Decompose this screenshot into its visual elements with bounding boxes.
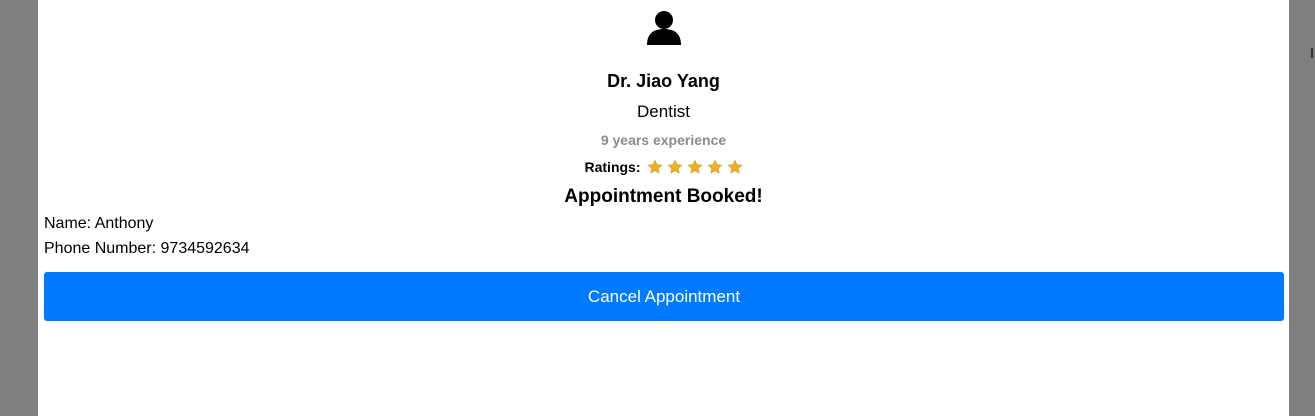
- patient-phone-line: Phone Number: 9734592634: [44, 238, 250, 260]
- star-icon: [647, 159, 662, 174]
- ratings-row: Ratings:: [38, 157, 1289, 177]
- ratings-label: Ratings:: [584, 159, 641, 175]
- doctor-name: Dr. Jiao Yang: [607, 71, 720, 91]
- star-icon: [707, 159, 722, 174]
- doctor-experience: 9 years experience: [600, 132, 727, 148]
- user-avatar-icon: [647, 11, 681, 45]
- star-icon: [667, 159, 682, 174]
- booking-status: Appointment Booked!: [564, 186, 763, 207]
- star-icon: [727, 159, 742, 174]
- doctor-specialty: Dentist: [637, 102, 690, 121]
- background-edge-fragment: [1311, 48, 1313, 58]
- star-icon: [687, 159, 702, 174]
- appointment-modal: Dr. Jiao Yang Dentist 9 years experience…: [38, 0, 1289, 416]
- patient-name-line: Name: Anthony: [44, 213, 153, 235]
- rating-stars: [647, 159, 743, 175]
- patient-name-label: Name:: [44, 215, 92, 232]
- cancel-appointment-button[interactable]: Cancel Appointment: [44, 272, 1284, 321]
- patient-name-value: Anthony: [94, 215, 154, 232]
- patient-phone-value: 9734592634: [160, 240, 250, 257]
- patient-phone-label: Phone Number:: [44, 240, 157, 257]
